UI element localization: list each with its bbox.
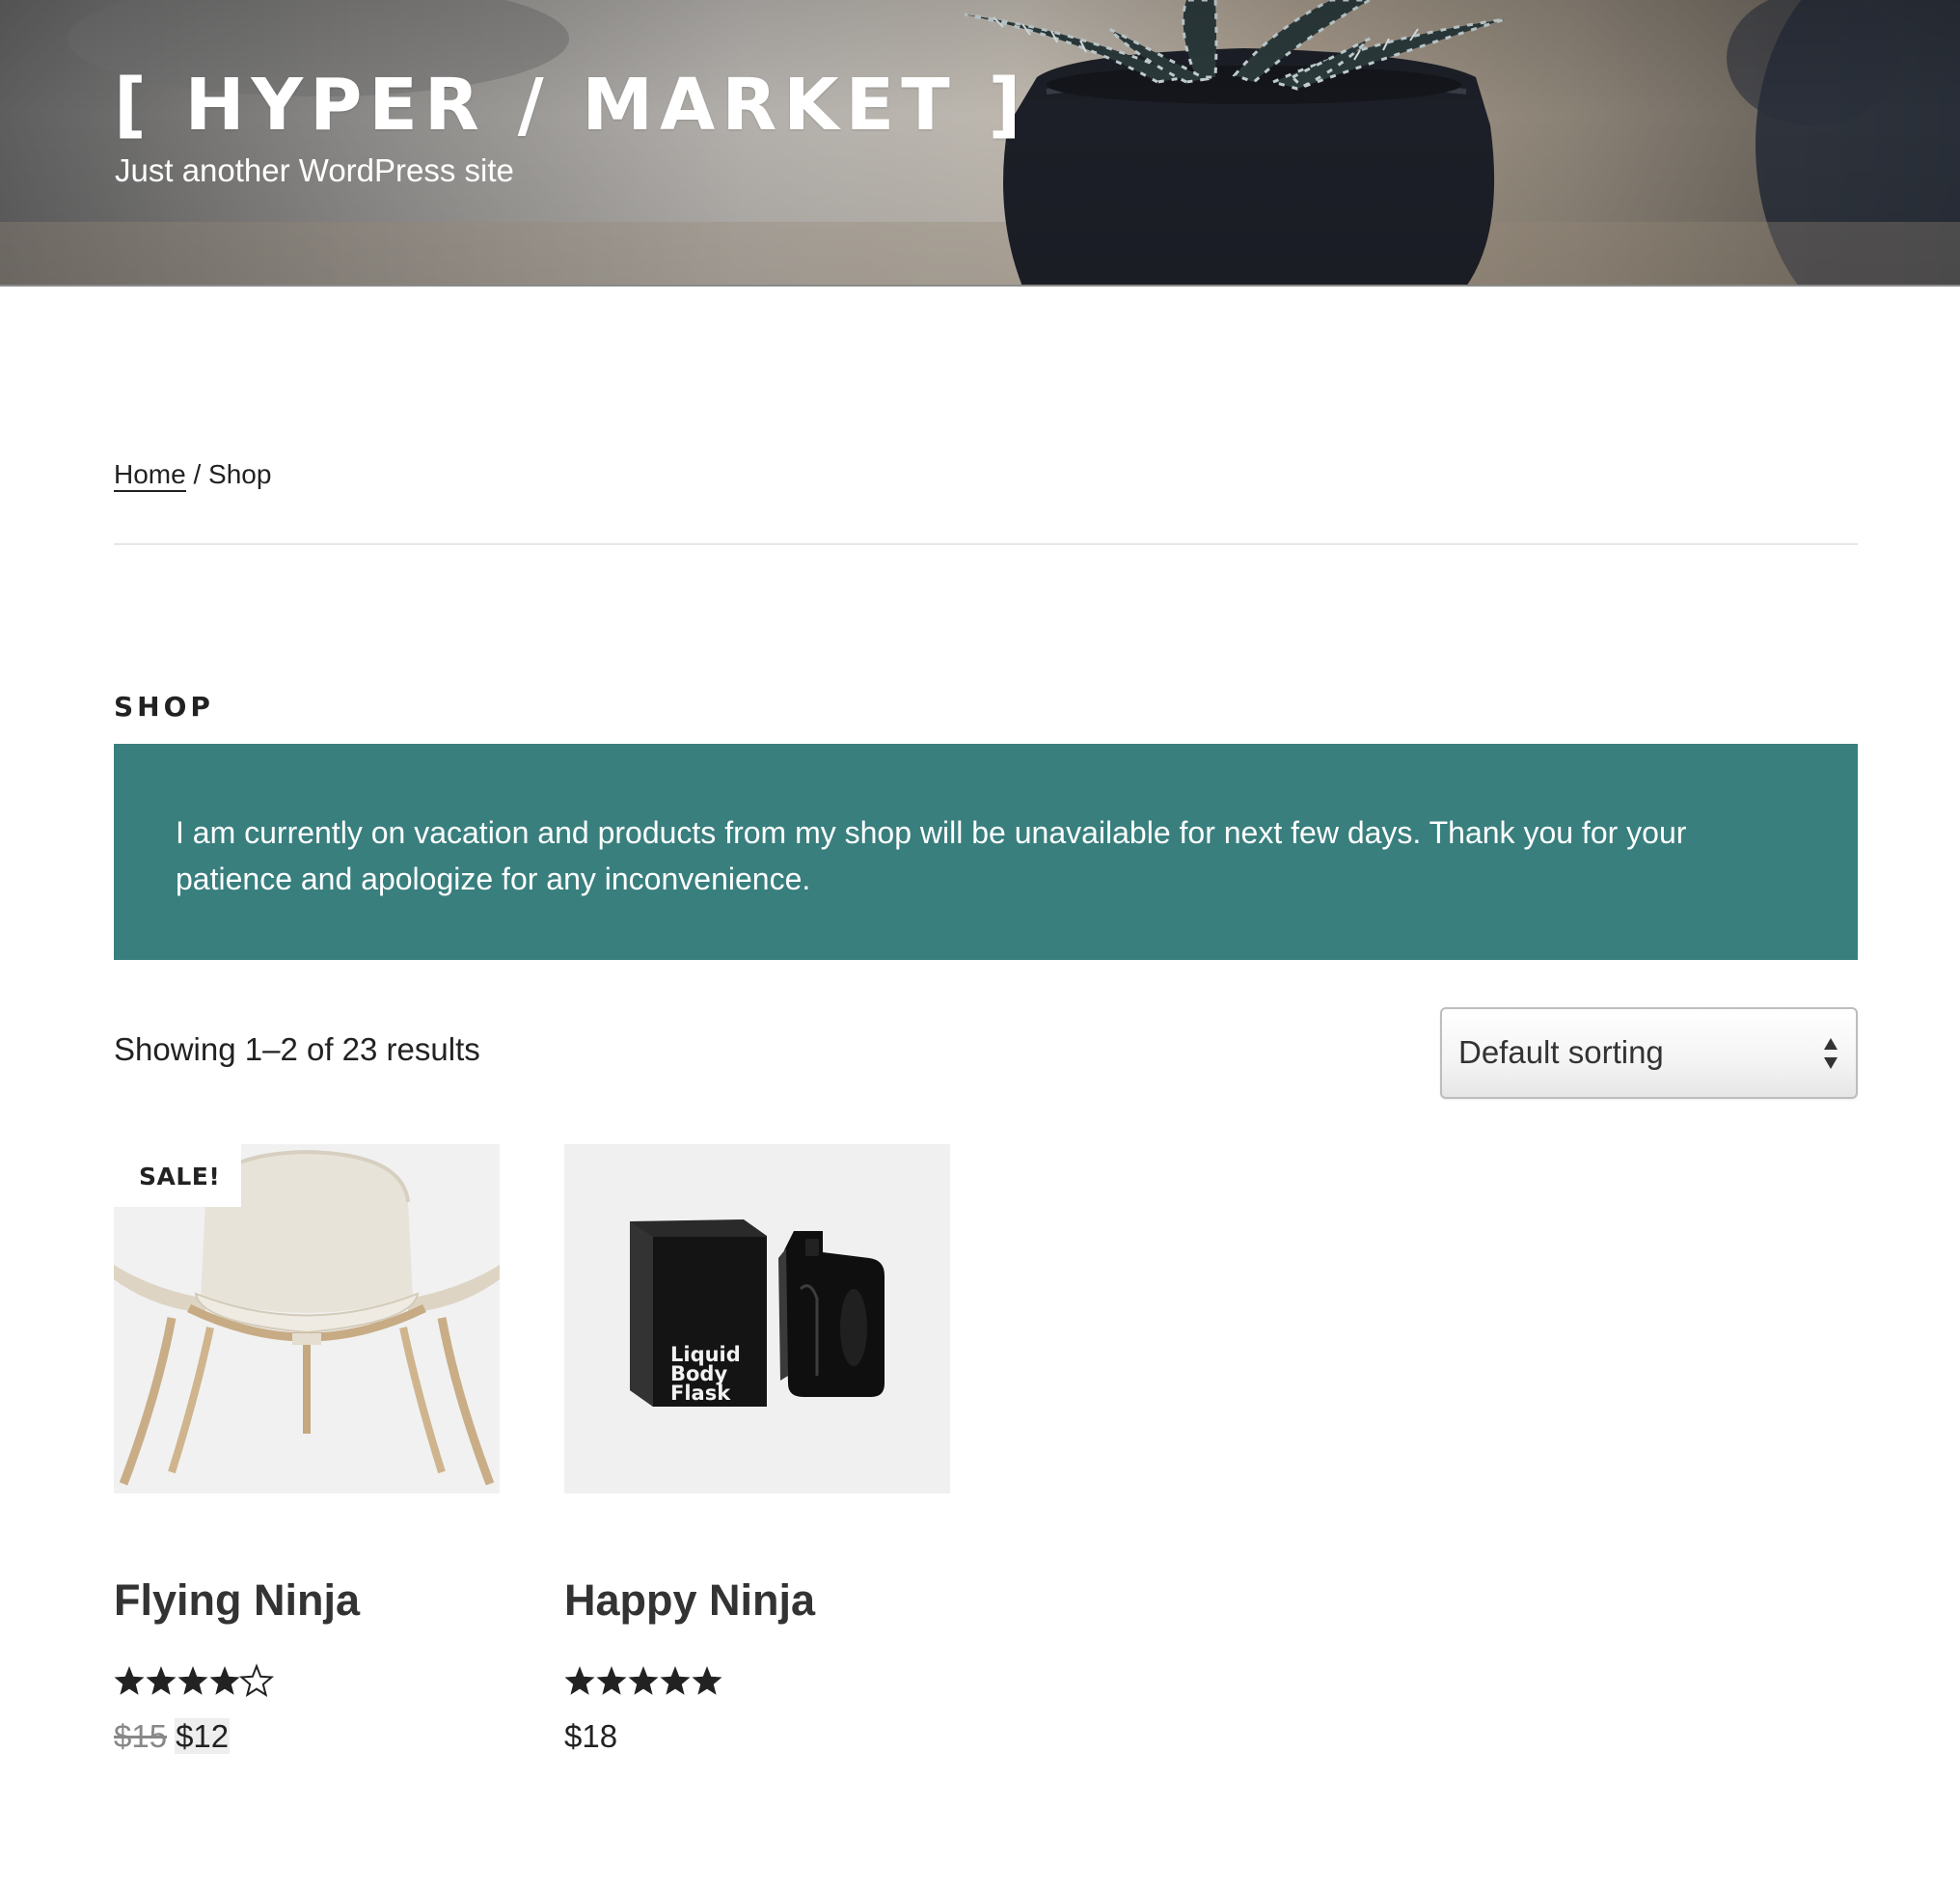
store-notice: I am currently on vacation and products … bbox=[114, 744, 1858, 960]
star-rating-icon bbox=[114, 1663, 275, 1698]
breadcrumb-current: Shop bbox=[208, 459, 272, 489]
header-divider bbox=[0, 285, 1960, 287]
product-image-link[interactable]: Liquid Body Flask bbox=[564, 1144, 950, 1493]
product-price: $15 $12 bbox=[114, 1718, 231, 1755]
price-sale: $12 bbox=[175, 1718, 231, 1754]
flask-product-image: Liquid Body Flask bbox=[564, 1144, 950, 1493]
breadcrumb-separator: / bbox=[185, 459, 209, 489]
product-image-link[interactable]: SALE! bbox=[114, 1144, 500, 1493]
site-header: [ HYPER / MARKET ] Just another WordPres… bbox=[0, 0, 1960, 287]
result-count: Showing 1–2 of 23 results bbox=[114, 1031, 480, 1067]
star-rating-icon bbox=[564, 1666, 722, 1695]
page-title: SHOP bbox=[114, 691, 214, 723]
product-title[interactable]: Flying Ninja bbox=[114, 1575, 360, 1626]
price-regular: $15 bbox=[114, 1718, 168, 1754]
sale-badge: SALE! bbox=[114, 1144, 241, 1207]
site-title[interactable]: [ HYPER / MARKET ] bbox=[114, 64, 1027, 147]
flask-box-line-3: Flask bbox=[670, 1382, 731, 1405]
select-arrows-icon bbox=[1824, 1038, 1838, 1069]
sort-order-select[interactable]: Default sorting bbox=[1440, 1007, 1858, 1099]
breadcrumb: Home / Shop bbox=[114, 459, 272, 492]
site-tagline: Just another WordPress site bbox=[115, 152, 514, 188]
breadcrumb-home-link[interactable]: Home bbox=[114, 459, 186, 492]
breadcrumb-divider bbox=[114, 543, 1858, 545]
store-notice-text: I am currently on vacation and products … bbox=[176, 815, 1687, 896]
product-price: $18 bbox=[564, 1718, 618, 1754]
product-title[interactable]: Happy Ninja bbox=[564, 1575, 815, 1626]
sort-order-selected: Default sorting bbox=[1458, 1034, 1664, 1070]
